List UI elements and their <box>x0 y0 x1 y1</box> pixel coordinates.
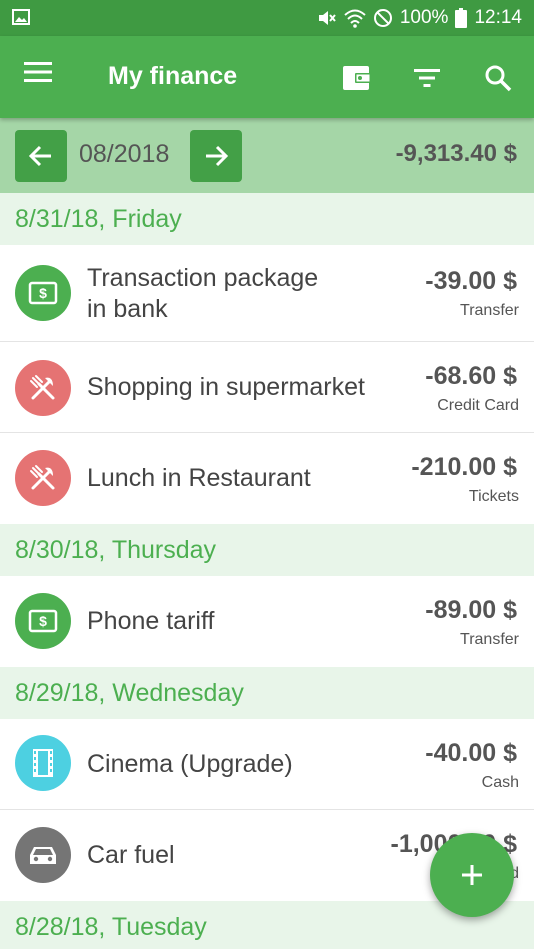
current-month: 08/2018 <box>79 140 170 168</box>
wallet-icon <box>343 66 371 90</box>
plus-icon <box>462 865 482 885</box>
money-icon: $ <box>28 609 58 633</box>
search-button[interactable] <box>478 58 518 98</box>
transaction-amount: -68.60 $ <box>425 362 517 390</box>
category-avatar <box>15 450 71 506</box>
date-header: 8/30/18, Thursday <box>0 524 534 576</box>
category-avatar <box>15 360 71 416</box>
transaction-row[interactable]: Shopping in supermarket -68.60 $ Credit … <box>0 342 534 433</box>
category-avatar: $ <box>15 265 71 321</box>
app-title: My finance <box>108 62 238 90</box>
transaction-account: Credit Card <box>437 397 519 414</box>
prev-month-button[interactable] <box>15 130 67 182</box>
filter-button[interactable] <box>407 58 447 98</box>
svg-text:$: $ <box>39 285 47 301</box>
category-avatar <box>15 827 71 883</box>
wifi-icon <box>344 9 366 28</box>
date-header: 8/29/18, Wednesday <box>0 667 534 719</box>
category-avatar <box>15 735 71 791</box>
add-transaction-button[interactable] <box>430 833 514 917</box>
svg-text:$: $ <box>39 613 47 629</box>
battery-icon <box>455 8 468 28</box>
transaction-amount: -210.00 $ <box>411 453 517 481</box>
menu-button[interactable] <box>22 60 62 96</box>
transaction-row[interactable]: $ Phone tariff -89.00 $ Transfer <box>0 576 534 667</box>
filter-icon <box>414 69 440 87</box>
car-icon <box>30 847 56 864</box>
month-total: -9,313.40 $ <box>395 140 517 167</box>
menu-icon <box>24 62 52 82</box>
battery-percent: 100% <box>399 7 449 28</box>
wallet-button[interactable] <box>337 58 377 98</box>
month-bar: 08/2018 -9,313.40 $ <box>0 118 534 193</box>
transaction-amount: -89.00 $ <box>425 596 517 624</box>
transaction-name: Transaction package in bank <box>87 264 319 323</box>
transaction-name: Cinema (Upgrade) <box>87 750 293 778</box>
money-icon: $ <box>28 281 58 305</box>
transaction-account: Tickets <box>468 488 519 505</box>
date-header: 8/31/18, Friday <box>0 193 534 245</box>
dnd-icon <box>373 9 392 27</box>
transaction-row[interactable]: Lunch in Restaurant -210.00 $ Tickets <box>0 433 534 524</box>
transaction-amount: -39.00 $ <box>425 267 517 295</box>
transaction-amount: -40.00 $ <box>425 739 517 767</box>
next-month-button[interactable] <box>190 130 242 182</box>
fork-knife-icon <box>30 465 55 490</box>
transaction-row[interactable]: $ Transaction package in bank -39.00 $ T… <box>0 245 534 342</box>
category-avatar: $ <box>15 593 71 649</box>
transaction-name: Phone tariff <box>87 607 215 635</box>
fork-knife-icon <box>30 375 55 400</box>
search-icon <box>485 65 512 92</box>
arrow-left-icon <box>28 145 51 167</box>
transaction-name: Car fuel <box>87 841 175 869</box>
transaction-account: Transfer <box>460 302 519 319</box>
transaction-name: Lunch in Restaurant <box>87 464 311 492</box>
transaction-account: Cash <box>481 774 519 791</box>
transaction-account: Transfer <box>460 631 519 648</box>
film-icon <box>33 749 53 777</box>
status-time: 12:14 <box>474 7 522 28</box>
mute-icon <box>318 11 336 25</box>
app-bar: My finance <box>0 36 534 118</box>
image-icon <box>12 9 30 25</box>
status-bar: 100% 12:14 <box>0 0 534 36</box>
arrow-right-icon <box>206 145 229 167</box>
transaction-row[interactable]: Cinema (Upgrade) -40.00 $ Cash <box>0 719 534 810</box>
transaction-name: Shopping in supermarket <box>87 373 365 401</box>
